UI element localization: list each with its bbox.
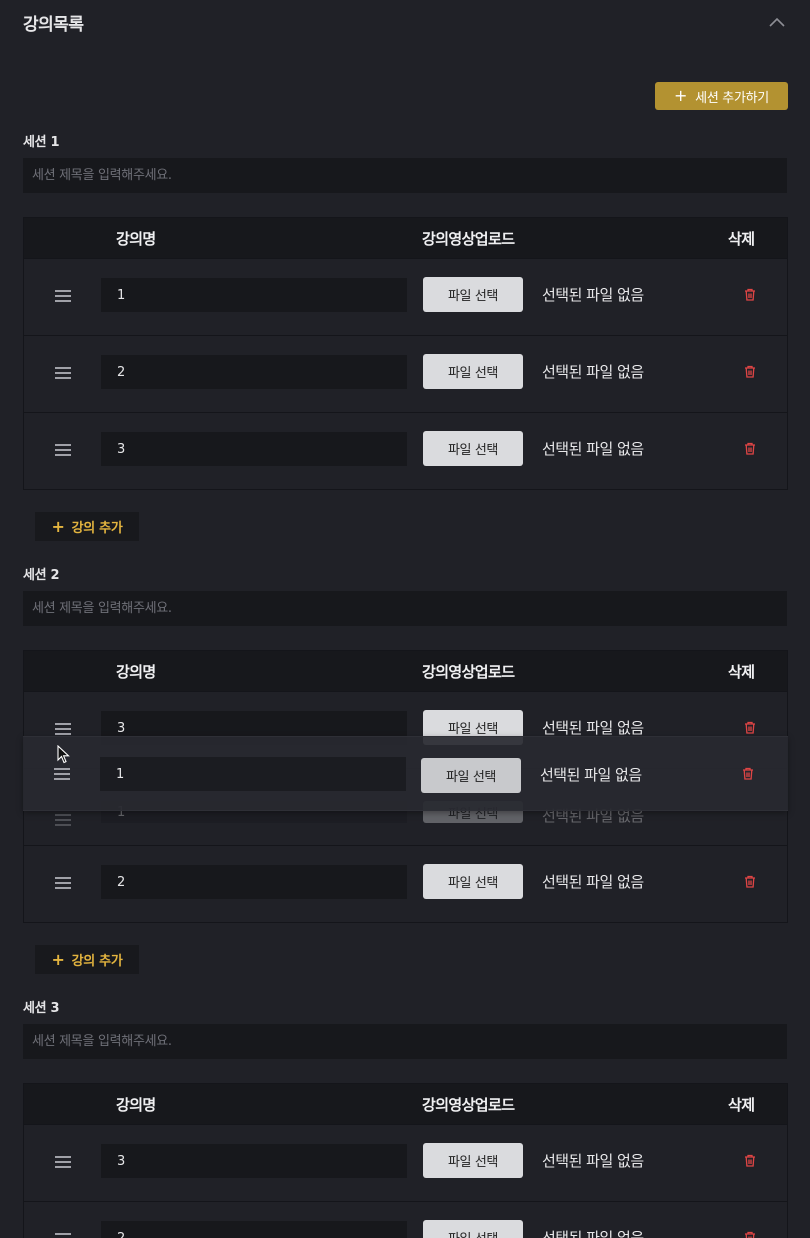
file-status-text: 선택된 파일 없음 [542,440,644,458]
column-header-delete: 삭제 [728,663,755,681]
file-status-text: 선택된 파일 없음 [542,719,644,737]
add-session-button[interactable]: + 세션 추가하기 [655,82,788,110]
drag-handle-icon[interactable] [55,367,71,379]
file-select-button[interactable]: 파일 선택 [423,1143,523,1178]
trash-icon[interactable] [744,442,756,455]
add-lecture-button[interactable]: + 강의 추가 [35,512,139,541]
trash-icon[interactable] [744,288,756,301]
column-header-name: 강의명 [116,663,156,681]
lecture-name-input[interactable] [101,1221,407,1238]
add-lecture-button[interactable]: + 강의 추가 [35,945,139,974]
drag-handle-icon[interactable] [55,290,71,302]
drag-handle-icon[interactable] [55,877,71,889]
add-lecture-label: 강의 추가 [71,521,123,536]
dragging-row[interactable]: 파일 선택 선택된 파일 없음 [23,736,788,811]
plus-icon: + [51,516,65,536]
table-row: 파일 선택 선택된 파일 없음 [24,258,787,335]
session-title-input[interactable] [23,1024,787,1059]
drag-handle-icon[interactable] [55,1233,71,1238]
file-select-button[interactable]: 파일 선택 [423,354,523,389]
plus-icon: + [51,949,65,969]
drag-handle-icon[interactable] [55,723,71,735]
lecture-name-input[interactable] [101,432,407,466]
mouse-cursor-icon [57,745,70,764]
drag-handle-icon[interactable] [55,814,71,826]
file-select-button[interactable]: 파일 선택 [421,758,521,793]
lecture-list-page: 강의목록 + 세션 추가하기 세션 1 강의명 강의영상업로드 삭제 파일 선택… [0,0,810,1238]
session-label: 세션 1 [23,135,60,150]
file-status-text: 선택된 파일 없음 [542,873,644,891]
table-row: 파일 선택 선택된 파일 없음 [24,412,787,489]
table-header: 강의명 강의영상업로드 삭제 [24,1084,787,1124]
column-header-upload: 강의영상업로드 [422,230,515,248]
lecture-table: 강의명 강의영상업로드 삭제 파일 선택 선택된 파일 없음 파일 선택 선택된… [23,217,788,490]
lecture-table: 강의명 강의영상업로드 삭제 파일 선택 선택된 파일 없음 파일 선택 선택된… [23,1083,788,1238]
column-header-delete: 삭제 [728,1096,755,1114]
trash-icon[interactable] [744,365,756,378]
page-title: 강의목록 [23,15,84,35]
lecture-name-input[interactable] [101,1144,407,1178]
table-row: 파일 선택 선택된 파일 없음 [24,1201,787,1238]
trash-icon[interactable] [744,1231,756,1238]
file-status-text: 선택된 파일 없음 [540,766,642,784]
file-select-button[interactable]: 파일 선택 [423,1220,523,1238]
session-title-input[interactable] [23,158,787,193]
column-header-name: 강의명 [116,230,156,248]
file-status-text: 선택된 파일 없음 [542,286,644,304]
lecture-name-input[interactable] [101,355,407,389]
lecture-name-input[interactable] [101,278,407,312]
lecture-name-input[interactable] [101,865,407,899]
trash-icon[interactable] [744,875,756,888]
drag-handle-icon[interactable] [54,768,70,780]
chevron-up-icon[interactable] [768,13,786,31]
table-row: 파일 선택 선택된 파일 없음 [24,845,787,922]
column-header-upload: 강의영상업로드 [422,663,515,681]
table-header: 강의명 강의영상업로드 삭제 [24,218,787,258]
drag-handle-icon[interactable] [55,1156,71,1168]
session-label: 세션 2 [23,568,60,583]
file-select-button[interactable]: 파일 선택 [423,277,523,312]
column-header-upload: 강의영상업로드 [422,1096,515,1114]
session-title-input[interactable] [23,591,787,626]
plus-icon: + [674,86,688,105]
file-status-text: 선택된 파일 없음 [542,1152,644,1170]
file-select-button[interactable]: 파일 선택 [423,431,523,466]
table-row: 파일 선택 선택된 파일 없음 [24,1124,787,1201]
file-status-text: 선택된 파일 없음 [542,363,644,381]
trash-icon[interactable] [742,767,754,780]
session-label: 세션 3 [23,1001,60,1016]
add-session-label: 세션 추가하기 [695,90,769,106]
column-header-delete: 삭제 [728,230,755,248]
trash-icon[interactable] [744,1154,756,1167]
column-header-name: 강의명 [116,1096,156,1114]
table-header: 강의명 강의영상업로드 삭제 [24,651,787,691]
file-select-button[interactable]: 파일 선택 [423,864,523,899]
lecture-name-input[interactable] [100,757,406,791]
drag-handle-icon[interactable] [55,444,71,456]
trash-icon[interactable] [744,721,756,734]
add-lecture-label: 강의 추가 [71,954,123,969]
file-status-text: 선택된 파일 없음 [542,1229,644,1238]
table-row: 파일 선택 선택된 파일 없음 [24,335,787,412]
